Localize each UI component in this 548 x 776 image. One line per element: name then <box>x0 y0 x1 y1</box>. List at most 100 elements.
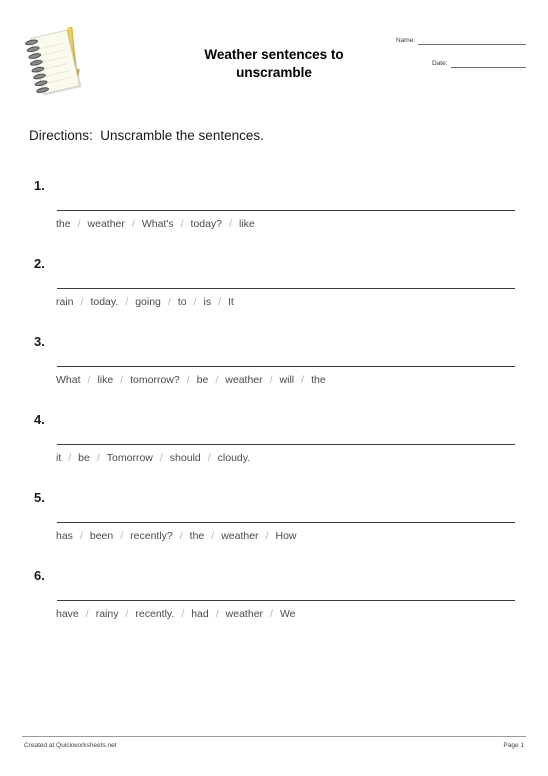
scrambled-word: like <box>238 218 255 230</box>
date-field-row: Date: <box>396 59 526 68</box>
word-separator: / <box>96 452 100 464</box>
scrambled-word: tomorrow? <box>130 374 180 386</box>
question-number: 1. <box>34 178 45 193</box>
page-title: Weather sentences to unscramble <box>150 46 398 82</box>
word-separator: / <box>87 374 91 386</box>
date-input-line[interactable] <box>450 59 526 68</box>
scrambled-word: How <box>275 530 297 542</box>
scrambled-word: weather <box>225 374 263 386</box>
scrambled-word: cloudy. <box>217 452 251 464</box>
scrambled-word: What <box>56 374 81 386</box>
word-separator: / <box>215 608 219 620</box>
word-separator: / <box>125 296 129 308</box>
footer-credit: Created at Quickworksheets.net <box>24 742 117 749</box>
word-separator: / <box>120 374 124 386</box>
question-item: 6. have / rainy / recently. / had / weather / We <box>0 568 548 646</box>
question-number: 4. <box>34 412 45 427</box>
word-separator: / <box>179 530 183 542</box>
scrambled-word: It <box>228 296 234 308</box>
name-input-line[interactable] <box>418 36 526 45</box>
date-label: Date: <box>432 60 448 67</box>
scrambled-word: today. <box>90 296 119 308</box>
answer-write-line[interactable] <box>57 288 515 289</box>
scrambled-word: the <box>311 374 326 386</box>
scrambled-word: had <box>191 608 209 620</box>
word-separator: / <box>131 218 135 230</box>
word-separator: / <box>167 296 171 308</box>
scrambled-word: will <box>279 374 295 386</box>
word-separator: / <box>229 218 232 230</box>
scrambled-word: rainy <box>95 608 119 620</box>
word-separator: / <box>270 608 273 620</box>
footer-divider <box>22 736 526 737</box>
question-number: 6. <box>34 568 45 583</box>
question-list: 1. the / weather / What's / today? / like 2. rain / t… <box>0 178 548 646</box>
word-separator: / <box>125 608 129 620</box>
scrambled-word: We <box>279 608 296 620</box>
word-separator: / <box>80 296 84 308</box>
word-separator: / <box>269 374 273 386</box>
scrambled-word: recently? <box>130 530 173 542</box>
scrambled-word: Tomorrow <box>106 452 153 464</box>
scrambled-word: What's <box>141 218 174 230</box>
directions-text: Directions: Unscramble the sentences. <box>29 128 264 143</box>
scrambled-word: today? <box>190 218 223 230</box>
word-separator: / <box>180 218 184 230</box>
name-field-row: Name: <box>396 36 526 45</box>
answer-write-line[interactable] <box>57 600 515 601</box>
page-title-line-1: Weather sentences to <box>204 47 344 62</box>
scrambled-word: weather <box>225 608 264 620</box>
question-item: 4. it / be / Tomorrow / should / cloudy. <box>0 412 548 490</box>
question-item: 1. the / weather / What's / today? / like <box>0 178 548 256</box>
scrambled-word: rain <box>56 296 74 308</box>
answer-write-line[interactable] <box>57 366 515 367</box>
word-separator: / <box>181 608 185 620</box>
scrambled-word: the <box>189 530 205 542</box>
word-separator: / <box>120 530 124 542</box>
question-number: 5. <box>34 490 45 505</box>
scrambled-word: be <box>196 374 209 386</box>
word-separator: / <box>301 374 305 386</box>
scrambled-word: like <box>97 374 114 386</box>
question-item: 5. has / been / recently? / the / weather / How <box>0 490 548 568</box>
question-number: 2. <box>34 256 45 271</box>
question-item: 3. What / like / tomorrow? / be / weather / will / th… <box>0 334 548 412</box>
answer-write-line[interactable] <box>57 444 515 445</box>
word-separator: / <box>265 530 269 542</box>
answer-write-line[interactable] <box>57 522 515 523</box>
scrambled-word: weather <box>87 218 125 230</box>
scrambled-words: it / be / Tomorrow / should / cloudy. <box>56 452 250 464</box>
name-label: Name: <box>396 37 416 44</box>
scrambled-word: have <box>56 608 79 620</box>
scrambled-word: be <box>78 452 90 464</box>
notepad-graphic <box>24 26 81 95</box>
scrambled-words: What / like / tomorrow? / be / weather / will / the <box>56 374 326 386</box>
word-separator: / <box>186 374 190 386</box>
scrambled-word: has <box>56 530 73 542</box>
scrambled-words: has / been / recently? / the / weather / How <box>56 530 297 542</box>
answer-write-line[interactable] <box>57 210 515 211</box>
scrambled-word: recently. <box>135 608 175 620</box>
scrambled-words: have / rainy / recently. / had / weather / We <box>56 608 296 620</box>
scrambled-word: weather <box>221 530 259 542</box>
word-separator: / <box>159 452 163 464</box>
page-title-line-2: unscramble <box>236 65 312 80</box>
scrambled-words: the / weather / What's / today? / like <box>56 218 255 230</box>
notepad-pencil-icon <box>24 26 88 102</box>
word-separator: / <box>207 452 211 464</box>
word-separator: / <box>215 374 219 386</box>
word-separator: / <box>218 296 222 308</box>
question-number: 3. <box>34 334 45 349</box>
word-separator: / <box>68 452 72 464</box>
student-meta-fields: Name: Date: <box>396 36 526 82</box>
scrambled-word: the <box>56 218 71 230</box>
scrambled-words: rain / today. / going / to / is / It <box>56 296 234 308</box>
worksheet-page: { "header": { "logo_icon": "notepad-penc… <box>0 0 548 776</box>
scrambled-word: to <box>177 296 187 308</box>
scrambled-word: should <box>169 452 201 464</box>
word-separator: / <box>79 530 83 542</box>
footer-page-number: Page 1 <box>503 742 524 749</box>
word-separator: / <box>193 296 197 308</box>
word-separator: / <box>211 530 215 542</box>
word-separator: / <box>77 218 81 230</box>
